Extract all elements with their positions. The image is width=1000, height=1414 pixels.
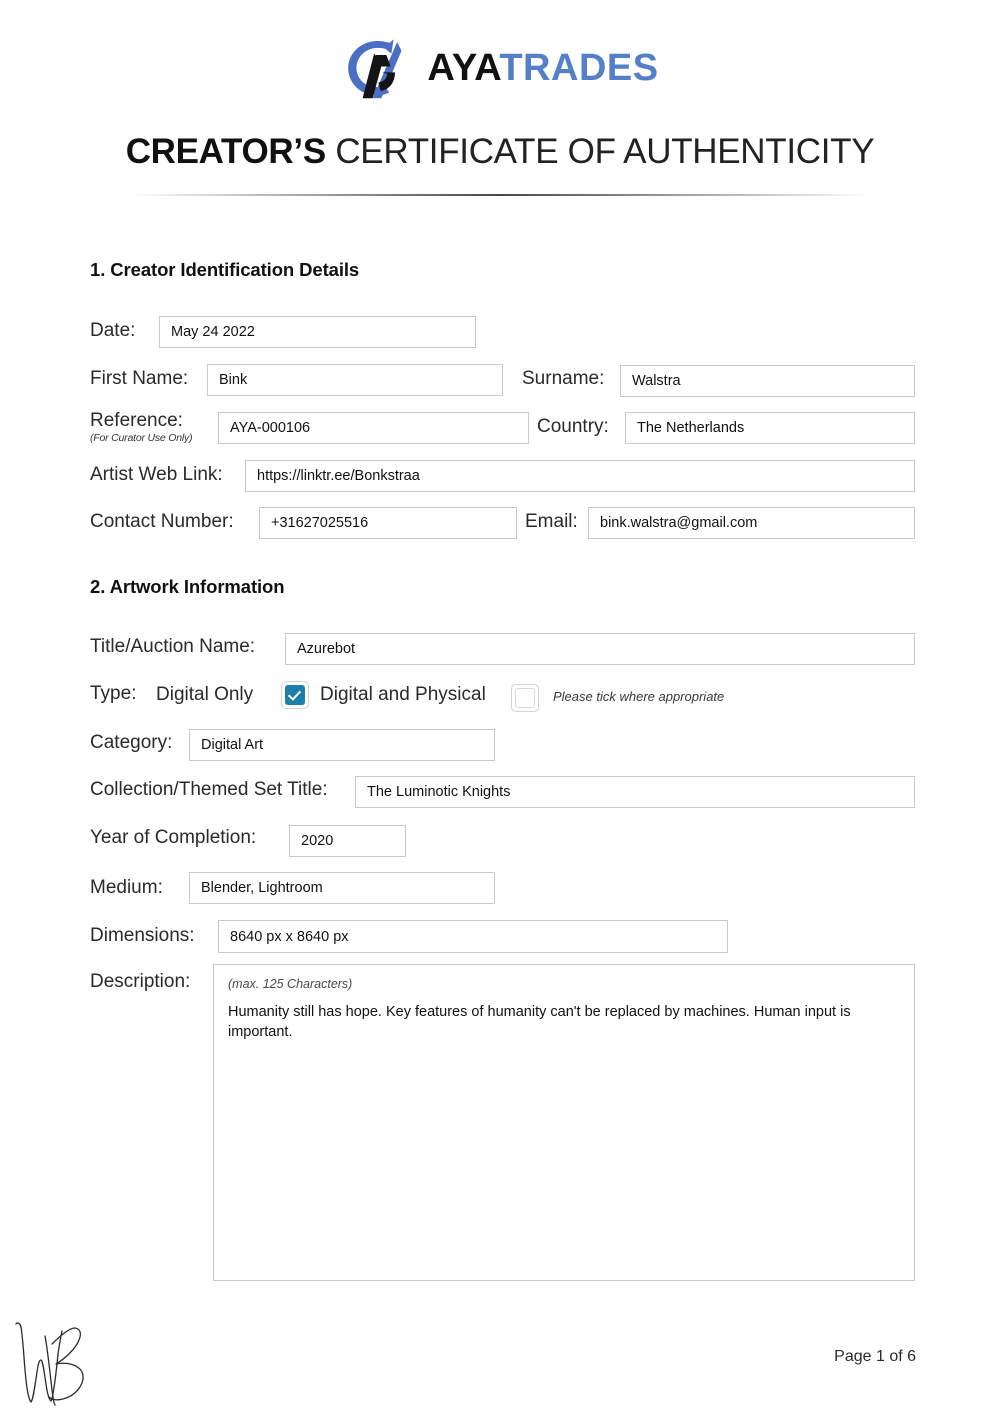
type-label: Type: — [90, 683, 137, 704]
section-2-title: 2. Artwork Information — [90, 576, 285, 597]
category-field[interactable]: Digital Art — [189, 729, 495, 761]
type-option-digital-and-physical-label: Digital and Physical — [320, 684, 486, 705]
surname-label: Surname: — [522, 368, 605, 389]
category-label: Category: — [90, 732, 173, 753]
dimensions-field[interactable]: 8640 px x 8640 px — [218, 920, 728, 953]
year-of-completion-label: Year of Completion: — [90, 827, 257, 848]
description-label: Description: — [90, 971, 191, 992]
first-name-field[interactable]: Bink — [207, 364, 503, 396]
brand-wordmark: AYATRADES — [427, 49, 658, 87]
description-field[interactable]: (max. 125 Characters) Humanity still has… — [213, 964, 915, 1281]
reference-field[interactable]: AYA-000106 — [218, 412, 529, 444]
page-title-rest: CERTIFICATE OF AUTHENTICITY — [335, 132, 875, 171]
title-auction-name-label: Title/Auction Name: — [90, 636, 256, 657]
reference-label: Reference: (For Curator Use Only) — [90, 410, 193, 444]
checkbox-digital-only[interactable] — [281, 681, 309, 709]
title-auction-name-field[interactable]: Azurebot — [285, 633, 915, 665]
dimensions-label: Dimensions: — [90, 925, 195, 946]
empty-box-icon — [515, 688, 535, 708]
medium-label: Medium: — [90, 877, 163, 898]
date-label: Date: — [90, 320, 136, 341]
surname-field[interactable]: Walstra — [620, 365, 915, 397]
page-title-strong: CREATOR’S — [125, 132, 327, 171]
artist-web-link-field[interactable]: https://linktr.ee/Bonkstraa — [245, 460, 915, 492]
checkmark-icon — [285, 685, 305, 705]
email-label: Email: — [525, 511, 578, 532]
header-divider — [130, 194, 870, 196]
tick-hint-text: Please tick where appropriate — [553, 689, 725, 704]
collection-label: Collection/Themed Set Title: — [90, 779, 328, 800]
document-header: AYATRADES CREATOR’S CERTIFICATE OF AUTHE… — [0, 0, 1000, 196]
reference-label-text: Reference: — [90, 410, 183, 431]
page-title: CREATOR’S CERTIFICATE OF AUTHENTICITY — [0, 132, 1000, 172]
year-of-completion-field[interactable]: 2020 — [289, 825, 406, 857]
checkbox-digital-and-physical[interactable] — [511, 684, 539, 712]
type-option-digital-only-label: Digital Only — [156, 684, 254, 705]
date-field[interactable]: May 24 2022 — [159, 316, 476, 348]
section-1-title: 1. Creator Identification Details — [90, 259, 360, 280]
email-field[interactable]: bink.walstra@gmail.com — [588, 507, 915, 539]
ayatrades-swoosh-logo-icon — [348, 39, 402, 99]
artist-web-link-label: Artist Web Link: — [90, 464, 223, 485]
brand-logo: AYATRADES — [0, 30, 1000, 106]
first-name-label: First Name: — [90, 368, 189, 389]
handwritten-signature-icon — [15, 1322, 84, 1406]
brand-name-first: AYA — [427, 47, 500, 89]
contact-number-field[interactable]: +31627025516 — [259, 507, 517, 539]
collection-field[interactable]: The Luminotic Knights — [355, 776, 915, 808]
country-field[interactable]: The Netherlands — [625, 412, 915, 444]
description-text: Humanity still has hope. Key features of… — [228, 1004, 851, 1040]
page-number: Page 1 of 6 — [834, 1348, 916, 1365]
brand-name-second: TRADES — [499, 47, 659, 89]
country-label: Country: — [537, 416, 609, 437]
description-hint: (max. 125 Characters) — [228, 977, 353, 991]
medium-field[interactable]: Blender, Lightroom — [189, 872, 495, 904]
contact-number-label: Contact Number: — [90, 511, 234, 532]
reference-sublabel: (For Curator Use Only) — [90, 431, 193, 444]
